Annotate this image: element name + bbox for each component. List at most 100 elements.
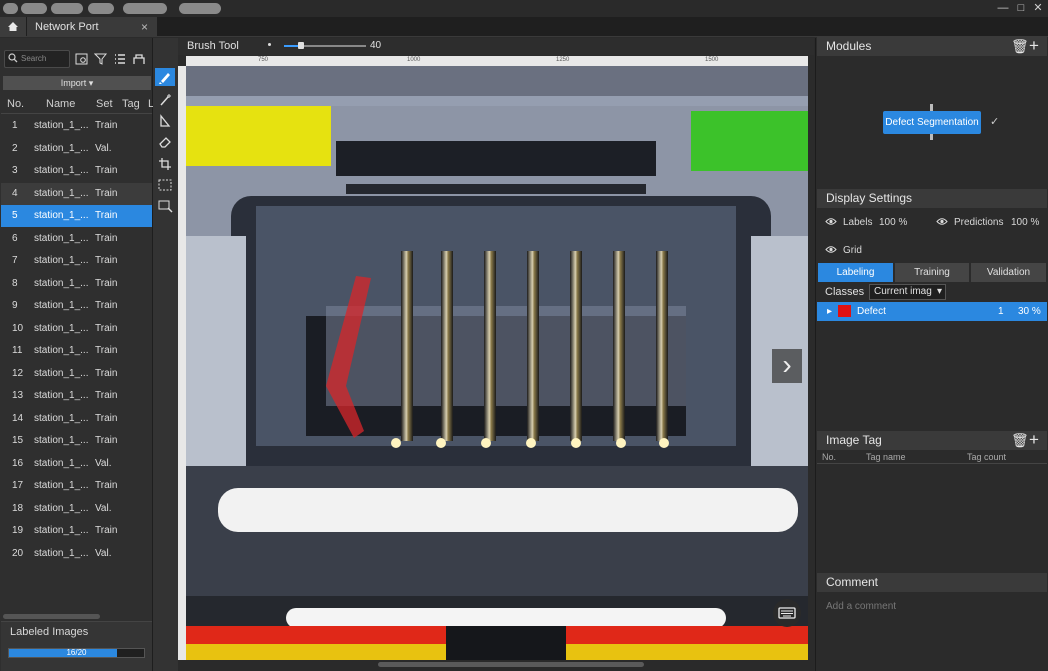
classes-filter-select[interactable]: Current imag ▾ xyxy=(869,284,946,300)
expand-arrow-icon[interactable]: ▸ xyxy=(827,306,832,317)
keyboard-shortcuts-button[interactable] xyxy=(773,599,801,627)
list-item[interactable]: 9 station_1_... Train xyxy=(1,295,152,317)
list-item[interactable]: 1 station_1_... Train xyxy=(1,115,152,137)
list-item[interactable]: 17 station_1_... Train xyxy=(1,475,152,497)
list-item[interactable]: 12 station_1_... Train xyxy=(1,363,152,385)
delete-module-icon[interactable]: 🗑 xyxy=(1011,38,1029,55)
column-set[interactable]: Set xyxy=(96,98,113,110)
comment-input[interactable]: Add a comment xyxy=(817,593,1047,671)
list-item[interactable]: 7 station_1_... Train xyxy=(1,250,152,272)
list-item[interactable]: 3 station_1_... Train xyxy=(1,160,152,182)
close-tab-icon[interactable]: × xyxy=(141,17,155,37)
list-item-name: station_1_... xyxy=(34,480,89,491)
list-horizontal-scrollbar[interactable] xyxy=(3,614,100,619)
ruler-tick-label: 1250 xyxy=(556,57,570,63)
list-item-name: station_1_... xyxy=(34,547,89,559)
list-item[interactable]: 15 station_1_... Train xyxy=(1,430,152,452)
tab-labeling[interactable]: Labeling xyxy=(818,263,893,282)
list-item-no: 2 xyxy=(12,142,18,154)
list-item[interactable]: 8 station_1_... Train xyxy=(1,273,152,295)
image-filter-icon[interactable] xyxy=(75,52,89,66)
tab-training[interactable]: Training xyxy=(895,263,969,282)
eye-icon[interactable] xyxy=(825,245,837,254)
list-item-name: station_1_... xyxy=(34,142,89,154)
menu-pill[interactable] xyxy=(123,3,167,14)
labeled-progress-text: 16/20 xyxy=(66,648,87,657)
list-item[interactable]: 6 station_1_... Train xyxy=(1,228,152,250)
close-window-button[interactable]: ✕ xyxy=(1031,1,1045,15)
list-item[interactable]: 16 station_1_... Val. xyxy=(1,453,152,475)
menu-pill[interactable] xyxy=(88,3,114,14)
rectangle-select-icon[interactable] xyxy=(155,176,175,194)
eye-icon[interactable] xyxy=(936,217,948,226)
grid-toggle-label: Grid xyxy=(843,245,862,256)
add-tag-icon[interactable]: + xyxy=(1029,430,1039,450)
list-item-no: 9 xyxy=(12,300,18,311)
list-item[interactable]: 5 station_1_... Train xyxy=(1,205,152,227)
maximize-button[interactable]: □ xyxy=(1014,1,1028,15)
menu-pill[interactable] xyxy=(21,3,47,14)
chevron-down-icon: ▾ xyxy=(936,286,942,297)
class-row-defect[interactable]: ▸ Defect 1 30 % xyxy=(817,302,1047,321)
magic-wand-icon[interactable] xyxy=(155,91,175,109)
column-name[interactable]: Name xyxy=(46,98,75,110)
tag-column-no: No. xyxy=(822,452,837,462)
list-item[interactable]: 10 station_1_... Train xyxy=(1,318,152,340)
list-item-set: Train xyxy=(95,277,118,289)
class-color-swatch[interactable] xyxy=(838,305,851,317)
list-item[interactable]: 11 station_1_... Train xyxy=(1,340,152,362)
list-item-no: 19 xyxy=(12,525,24,536)
column-tag[interactable]: Tag xyxy=(122,98,140,110)
list-item[interactable]: 19 station_1_... Train xyxy=(1,520,152,542)
list-item-set: Train xyxy=(95,345,118,356)
brush-tool-icon[interactable] xyxy=(155,68,175,86)
eraser-icon[interactable] xyxy=(155,133,175,151)
brush-size-slider-handle[interactable] xyxy=(298,42,304,49)
list-item-name: station_1_... xyxy=(34,345,89,356)
region-select-icon[interactable] xyxy=(155,197,175,215)
eye-icon[interactable] xyxy=(825,217,837,226)
tab-validation[interactable]: Validation xyxy=(971,263,1046,282)
list-item-name: station_1_... xyxy=(34,457,89,469)
menu-pill[interactable] xyxy=(51,3,83,14)
minimize-button[interactable]: — xyxy=(996,1,1010,15)
delete-tag-icon[interactable]: 🗑 xyxy=(1011,432,1029,449)
list-item[interactable]: 18 station_1_... Val. xyxy=(1,498,152,520)
display-settings-header: Display Settings xyxy=(817,189,1047,208)
canvas-horizontal-scrollbar[interactable] xyxy=(378,662,644,667)
list-item[interactable]: 20 station_1_... Val. xyxy=(1,543,152,565)
list-item[interactable]: 2 station_1_... Val. xyxy=(1,138,152,160)
column-no[interactable]: No. xyxy=(7,98,24,110)
list-view-icon[interactable] xyxy=(113,52,127,66)
list-item-no: 3 xyxy=(12,165,18,176)
list-item-no: 12 xyxy=(12,367,24,379)
predictions-opacity-value[interactable]: 100 % xyxy=(1011,217,1039,228)
crop-tool-icon[interactable] xyxy=(155,155,175,173)
list-item-no: 6 xyxy=(12,232,18,244)
ruler-top: 750 1000 1250 1500 xyxy=(186,56,808,66)
add-module-icon[interactable]: + xyxy=(1029,36,1039,56)
list-item-name: station_1_... xyxy=(34,435,89,446)
list-item-no: 10 xyxy=(12,322,24,334)
import-button[interactable]: Import ▾ xyxy=(3,76,151,90)
list-item[interactable]: 14 station_1_... Train xyxy=(1,408,152,430)
tab-network-port[interactable]: Network Port xyxy=(27,17,157,37)
module-node-defect-segmentation[interactable]: Defect Segmentation xyxy=(883,111,981,134)
filter-icon[interactable] xyxy=(94,52,108,66)
home-tab[interactable] xyxy=(0,17,26,37)
network-port-image xyxy=(186,66,808,660)
predictions-toggle-label: Predictions xyxy=(954,217,1004,228)
list-item-no: 16 xyxy=(12,457,24,469)
menu-pill[interactable] xyxy=(179,3,221,14)
export-icon[interactable] xyxy=(132,52,146,66)
list-item-no: 20 xyxy=(12,547,24,559)
tag-column-count: Tag count xyxy=(967,452,1007,462)
labels-opacity-value[interactable]: 100 % xyxy=(879,217,907,228)
menu-pill[interactable] xyxy=(3,3,18,14)
list-item-set: Train xyxy=(95,390,118,401)
list-item[interactable]: 13 station_1_... Train xyxy=(1,385,152,407)
image-canvas[interactable] xyxy=(186,66,808,660)
list-item[interactable]: 4 station_1_... Train xyxy=(1,182,152,205)
next-image-button[interactable]: › xyxy=(772,349,802,383)
polygon-tool-icon[interactable] xyxy=(155,112,175,130)
